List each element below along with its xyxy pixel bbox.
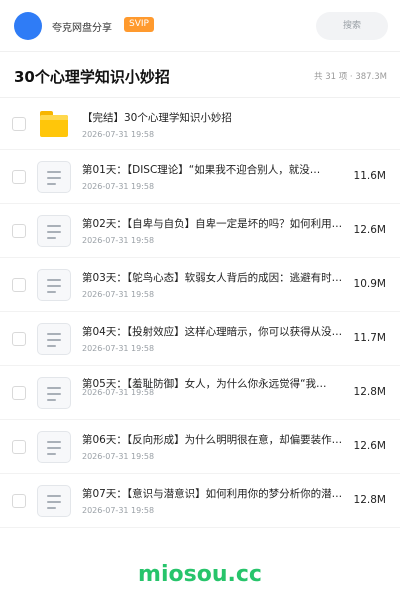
file-size: 12.8M <box>353 385 386 398</box>
file-list: 【完结】30个心理学知识小妙招 2026-07-31 19:58 第01天：【D… <box>0 98 400 528</box>
document-icon <box>37 268 71 301</box>
folder-icon <box>40 110 68 137</box>
page-title: 30个心理学知识小妙招 <box>14 68 170 86</box>
file-size: 10.9M <box>353 277 386 290</box>
file-size: 11.6M <box>353 169 386 182</box>
row-checkbox[interactable] <box>12 223 26 238</box>
footer: miosou.cc <box>0 554 400 600</box>
file-name: 【完结】30个心理学知识小妙招 <box>82 112 232 124</box>
row-checkbox[interactable] <box>12 385 26 400</box>
document-icon <box>37 484 71 517</box>
file-date: 2026-07-31 19:58 <box>82 388 155 397</box>
file-size: 11.7M <box>353 331 386 344</box>
file-row[interactable]: 第07天：【意识与潜意识】如何利用你的梦分析你的潜… 2026-07-31 19… <box>0 474 400 528</box>
watermark: miosou.cc <box>138 562 262 587</box>
row-checkbox[interactable] <box>12 493 26 508</box>
document-icon <box>37 160 71 193</box>
row-checkbox[interactable] <box>12 277 26 292</box>
file-date: 2026-07-31 19:58 <box>82 344 155 353</box>
file-row[interactable]: 第04天：【投射效应】这样心理暗示，你可以获得从没… 2026-07-31 19… <box>0 312 400 366</box>
avatar[interactable] <box>14 12 42 40</box>
file-date: 2026-07-31 19:58 <box>82 182 155 191</box>
file-row[interactable]: 第03天：【鸵鸟心态】软弱女人背后的成因：逃避有时… 2026-07-31 19… <box>0 258 400 312</box>
row-checkbox[interactable] <box>12 439 26 454</box>
search-input[interactable]: 搜索 <box>316 12 388 40</box>
file-name: 第01天：【DISC理论】“如果我不迎合别人，就没… <box>82 164 321 176</box>
header-bar: 夸克网盘分享 SVIP 搜索 <box>0 0 400 52</box>
file-row[interactable]: 第06天：【反向形成】为什么明明很在意，却偏要装作… 2026-07-31 19… <box>0 420 400 474</box>
file-date: 2026-07-31 19:58 <box>82 506 155 515</box>
file-date: 2026-07-31 19:58 <box>82 236 155 245</box>
file-row[interactable]: 第02天：【自卑与自负】自卑一定是坏的吗？如何利用… 2026-07-31 19… <box>0 204 400 258</box>
file-row-folder[interactable]: 【完结】30个心理学知识小妙招 2026-07-31 19:58 <box>0 98 400 150</box>
file-row[interactable]: 第01天：【DISC理论】“如果我不迎合别人，就没… 2026-07-31 19… <box>0 150 400 204</box>
file-size: 12.8M <box>353 493 386 506</box>
owner-name[interactable]: 夸克网盘分享 <box>52 19 112 34</box>
svip-badge: SVIP <box>124 17 154 32</box>
folder-summary: 共 31 项 · 387.3M <box>314 72 387 82</box>
file-name: 第03天：【鸵鸟心态】软弱女人背后的成因：逃避有时… <box>82 272 343 284</box>
file-size: 12.6M <box>353 439 386 452</box>
file-date: 2026-07-31 19:58 <box>82 290 155 299</box>
row-checkbox[interactable] <box>12 169 26 184</box>
file-size: 12.6M <box>353 223 386 236</box>
document-icon <box>37 214 71 247</box>
row-checkbox[interactable] <box>12 116 26 131</box>
file-date: 2026-07-31 19:58 <box>82 130 155 139</box>
row-checkbox[interactable] <box>12 331 26 346</box>
document-icon <box>37 376 71 409</box>
file-name: 第04天：【投射效应】这样心理暗示，你可以获得从没… <box>82 326 343 338</box>
file-name: 第02天：【自卑与自负】自卑一定是坏的吗？如何利用… <box>82 218 343 230</box>
folder-title-row: 30个心理学知识小妙招 共 31 项 · 387.3M <box>0 52 400 98</box>
file-name: 第07天：【意识与潜意识】如何利用你的梦分析你的潜… <box>82 488 343 500</box>
file-row[interactable]: 第05天：【羞耻防御】女人，为什么你永远觉得“我… 2026-07-31 19:… <box>0 366 400 420</box>
file-name: 第06天：【反向形成】为什么明明很在意，却偏要装作… <box>82 434 343 446</box>
file-date: 2026-07-31 19:58 <box>82 452 155 461</box>
document-icon <box>37 322 71 355</box>
document-icon <box>37 430 71 463</box>
